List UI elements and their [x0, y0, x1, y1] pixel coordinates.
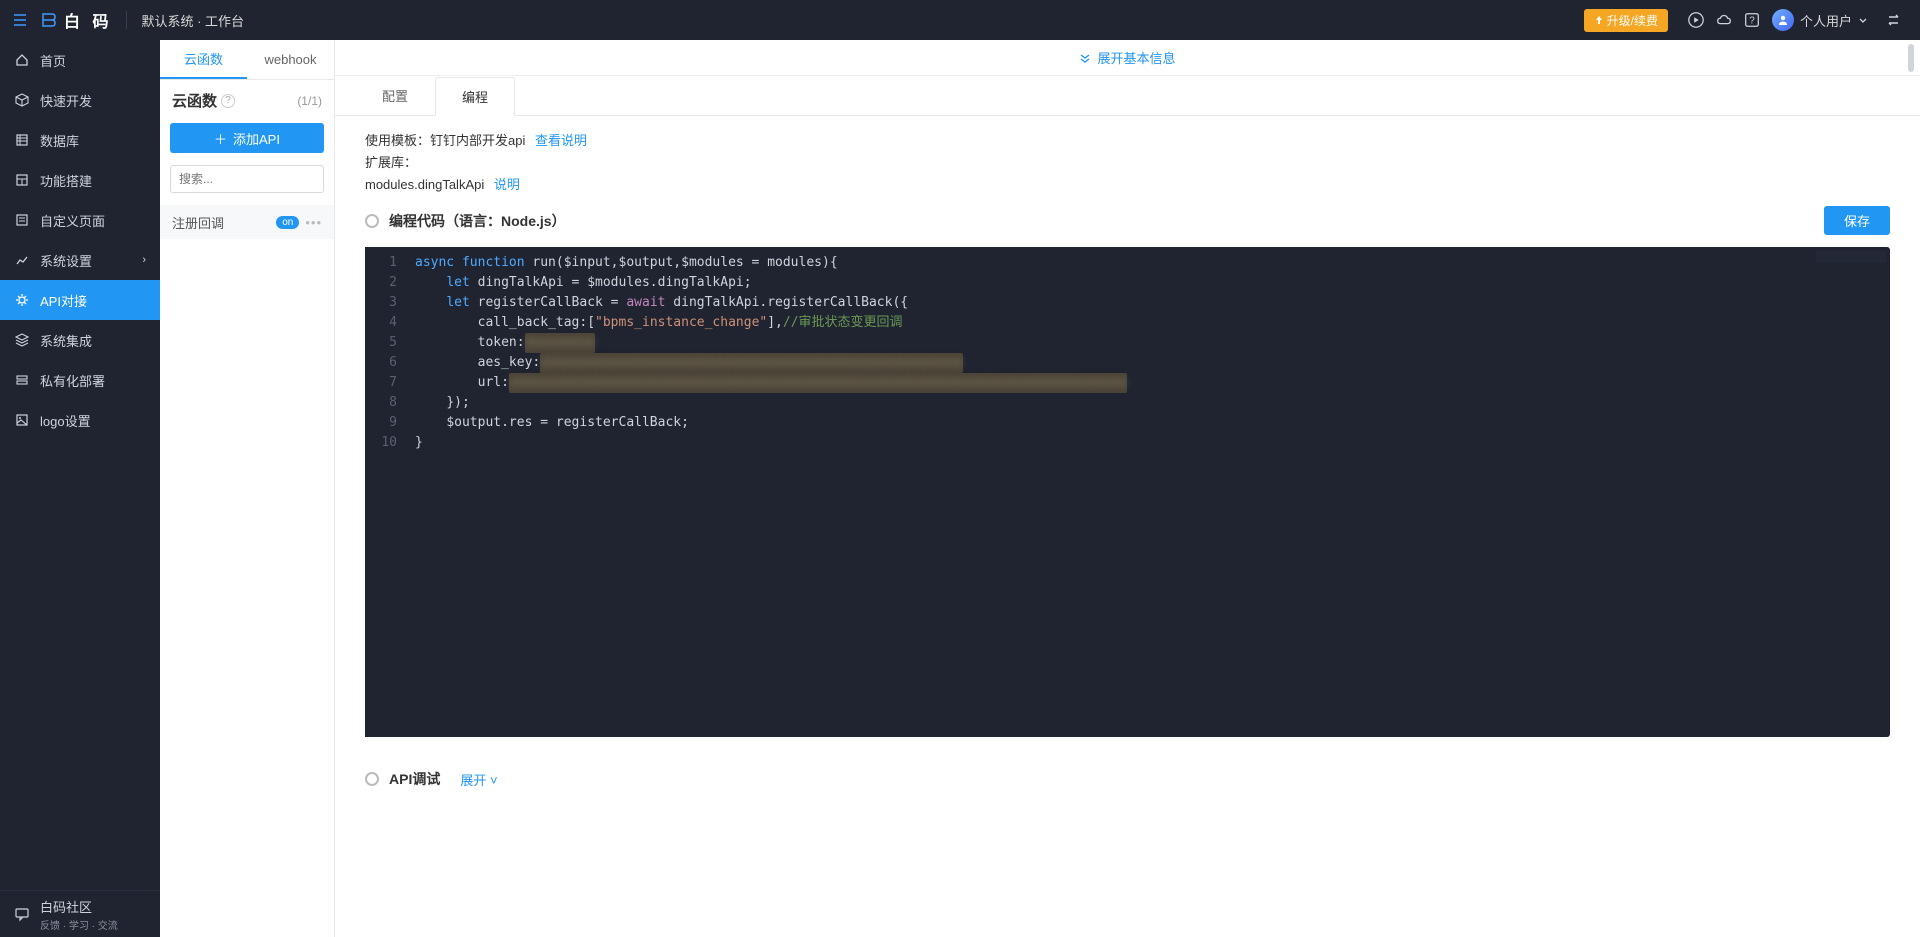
logo[interactable]: 白 码: [40, 8, 112, 32]
module-name: modules.dingTalkApi: [365, 177, 484, 192]
debug-title: API调试: [389, 769, 440, 789]
double-chevron-down-icon: [1079, 52, 1091, 64]
image-icon: [14, 413, 30, 427]
cube-icon: [14, 93, 30, 107]
radio-icon[interactable]: [365, 772, 379, 786]
module-link[interactable]: 说明: [494, 177, 520, 192]
status-badge: on: [276, 216, 299, 229]
sidebar-item-integration[interactable]: 系统集成: [0, 320, 160, 360]
search-input-wrap: [170, 165, 324, 193]
tab-cloudfn[interactable]: 云函数: [160, 40, 247, 79]
menu-toggle-icon[interactable]: [12, 12, 28, 28]
sidebar-item-label: 系统集成: [40, 331, 92, 350]
sidebar-item-label: 快速开发: [40, 91, 92, 110]
swap-icon[interactable]: [1880, 12, 1908, 28]
line-gutter: 12345678910: [365, 247, 405, 737]
tab-code[interactable]: 编程: [435, 77, 515, 116]
chat-icon: [14, 906, 30, 922]
save-button[interactable]: 保存: [1824, 206, 1890, 235]
api-list-item[interactable]: 注册回调 on •••: [160, 205, 334, 239]
username: 个人用户: [1800, 11, 1852, 30]
sidebar-item-custompage[interactable]: 自定义页面: [0, 200, 160, 240]
help-icon[interactable]: ?: [221, 94, 235, 108]
template-link[interactable]: 查看说明: [535, 133, 587, 148]
sidebar-item-label: 首页: [40, 51, 66, 70]
sidebar-item-build[interactable]: 功能搭建: [0, 160, 160, 200]
layout-icon: [14, 173, 30, 187]
chart-icon: [14, 253, 30, 267]
header: 白 码 默认系统 · 工作台 升级/续费 ? 个人用户: [0, 0, 1920, 40]
divider: [126, 11, 127, 29]
panel-title: 云函数: [172, 90, 217, 111]
brand-text: 白 码: [64, 8, 112, 32]
server-icon: [14, 373, 30, 387]
sidebar-item-home[interactable]: 首页: [0, 40, 160, 80]
avatar-icon: [1772, 9, 1794, 31]
radio-icon[interactable]: [365, 214, 379, 228]
play-icon[interactable]: [1682, 11, 1710, 29]
sidebar-item-label: 系统设置: [40, 251, 92, 270]
debug-section: API调试 展开 ˅: [335, 751, 1920, 803]
template-name: 钉钉内部开发api: [430, 133, 525, 148]
sidebar-item-label: 数据库: [40, 131, 79, 150]
template-prefix: 使用模板：: [365, 133, 430, 148]
redacted-url: xxxxxxxxxxxxxxxxxxxxxxxxxxxxxxxxxxxxxxxx…: [509, 373, 1127, 393]
breadcrumb[interactable]: 默认系统 · 工作台: [141, 11, 244, 30]
community-subtitle: 反馈 · 学习 · 交流: [40, 917, 118, 932]
expand-info-bar[interactable]: 展开基本信息: [335, 40, 1920, 76]
sidebar-item-quickdev[interactable]: 快速开发: [0, 80, 160, 120]
gear-icon: [14, 293, 30, 307]
sidebar: 首页 快速开发 数据库 功能搭建 自定义页面 系统设置 ›: [0, 40, 160, 937]
page-icon: [14, 213, 30, 227]
upgrade-label: 升级/续费: [1607, 12, 1658, 29]
community-title: 白码社区: [40, 897, 118, 916]
tab-config[interactable]: 配置: [355, 76, 435, 115]
layers-icon: [14, 333, 30, 347]
sidebar-item-label: logo设置: [40, 411, 91, 430]
plus-icon: ＋: [214, 129, 227, 148]
debug-expand-link[interactable]: 展开 ˅: [460, 770, 497, 789]
sidebar-item-logo[interactable]: logo设置: [0, 400, 160, 440]
add-api-button[interactable]: ＋ 添加API: [170, 123, 324, 153]
drag-handle[interactable]: [1908, 44, 1914, 72]
sidebar-item-label: API对接: [40, 291, 87, 310]
more-icon[interactable]: •••: [305, 215, 322, 230]
code-editor[interactable]: 12345678910 async function run($input,$o…: [365, 247, 1890, 737]
api-item-label: 注册回调: [172, 213, 224, 232]
chevron-right-icon: ›: [142, 254, 146, 266]
sidebar-item-label: 自定义页面: [40, 211, 105, 230]
database-icon: [14, 133, 30, 147]
panel-count: (1/1): [297, 94, 322, 108]
search-input[interactable]: [171, 166, 324, 192]
svg-text:?: ?: [1749, 16, 1755, 27]
sidebar-item-label: 私有化部署: [40, 371, 105, 390]
ext-lib-label: 扩展库：: [365, 152, 1890, 174]
cloud-icon[interactable]: [1710, 11, 1738, 29]
expand-info-label: 展开基本信息: [1097, 48, 1175, 67]
template-info: 使用模板：钉钉内部开发api 查看说明 扩展库： modules.dingTal…: [335, 116, 1920, 206]
code-body[interactable]: async function run($input,$output,$modul…: [405, 247, 1890, 737]
sidebar-item-label: 功能搭建: [40, 171, 92, 190]
upgrade-button[interactable]: 升级/续费: [1584, 9, 1668, 32]
sidebar-item-database[interactable]: 数据库: [0, 120, 160, 160]
home-icon: [14, 53, 30, 67]
sidebar-item-community[interactable]: 白码社区 反馈 · 学习 · 交流: [0, 891, 160, 937]
redacted-token: xxxxxxxxx: [525, 333, 595, 353]
add-api-label: 添加API: [233, 129, 280, 148]
code-section: 编程代码（语言：Node.js） 保存 12345678910 async fu…: [335, 206, 1920, 751]
help-icon[interactable]: ?: [1738, 11, 1766, 29]
redacted-aeskey: xxxxxxxxxxxxxxxxxxxxxxxxxxxxxxxxxxxxxxxx…: [540, 353, 963, 373]
user-menu[interactable]: 个人用户: [1772, 9, 1868, 31]
api-panel: 云函数 webhook 云函数 ? (1/1) ＋ 添加API 注册回调: [160, 40, 335, 937]
sidebar-item-settings[interactable]: 系统设置 ›: [0, 240, 160, 280]
code-title: 编程代码（语言：Node.js）: [389, 211, 566, 231]
content: 展开基本信息 配置 编程 使用模板：钉钉内部开发api 查看说明 扩展库： mo…: [335, 40, 1920, 937]
sidebar-item-deploy[interactable]: 私有化部署: [0, 360, 160, 400]
chevron-down-icon: [1858, 15, 1868, 25]
sidebar-item-api[interactable]: API对接: [0, 280, 160, 320]
tab-webhook[interactable]: webhook: [247, 40, 334, 79]
